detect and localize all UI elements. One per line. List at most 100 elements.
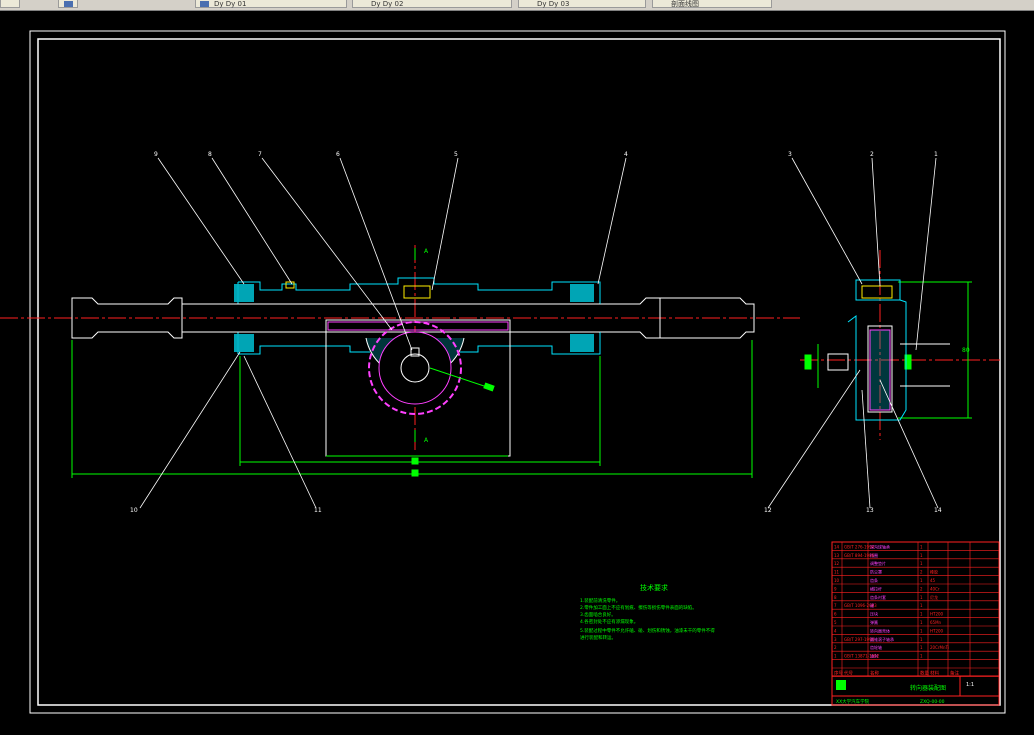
parts-list-cell: 1	[920, 544, 923, 549]
balloon-9: 9	[154, 151, 158, 158]
layer-dropdown-label: 剖面线图	[671, 0, 699, 8]
parts-list-cell: 11	[834, 570, 840, 575]
toolbar: Dy Dy 01 Dy Dy 02 Dy Dy 03 剖面线图	[0, 0, 1034, 11]
tech-req-line: 进行装配和转运。	[580, 634, 616, 641]
parts-list-cell: 挡圈	[870, 552, 878, 558]
parts-list-header-cell: 序号	[834, 669, 843, 676]
parts-list-cell: 65Mn	[930, 620, 942, 625]
layer-dropdown-label: Dy Dy 01	[214, 0, 247, 8]
layer-dropdown-label: Dy Dy 03	[537, 0, 570, 8]
balloon-7: 7	[258, 151, 262, 158]
balloon-4: 4	[624, 151, 628, 158]
balloon-5: 5	[454, 151, 458, 158]
toolbar-icon-button[interactable]	[58, 0, 78, 8]
dimension-text: 80	[962, 347, 970, 354]
tech-req-line: 4.各密封处不应有渗漏现象。	[580, 618, 638, 625]
balloon-12: 12	[764, 507, 772, 514]
parts-list-cell: 1	[920, 553, 923, 558]
parts-list-cell: 齿条衬套	[870, 594, 886, 600]
balloon-3: 3	[788, 151, 792, 158]
parts-list-cell: 圆锥滚子轴承	[870, 636, 894, 642]
parts-list-cell: 8	[834, 595, 837, 600]
tech-req-line: 1.装配前清洗零件。	[580, 597, 620, 604]
balloon-2: 2	[870, 151, 874, 158]
parts-list-cell: 齿轮轴	[870, 644, 882, 650]
parts-list-cell: 弹簧	[870, 619, 878, 625]
parts-list-header-cell: 材料	[930, 669, 939, 676]
parts-list-cell: 6	[834, 612, 837, 617]
parts-list-cell: 7	[834, 603, 837, 608]
parts-list-cell: 调整垫片	[870, 560, 886, 566]
parts-list-cell: 45	[930, 578, 936, 583]
drawing-title: 转向器装配图	[910, 684, 946, 692]
layer-dropdown-label: Dy Dy 02	[371, 0, 404, 8]
dimension-lines	[71, 281, 972, 478]
parts-list-cell: 12	[834, 561, 840, 566]
layer-dropdown-2[interactable]: Dy Dy 02	[352, 0, 512, 8]
drawing-number: ZXQ-00-00	[920, 699, 945, 705]
layer-icon	[200, 1, 209, 7]
parts-list-header-cell: 数量	[920, 669, 929, 676]
balloon-14: 14	[934, 507, 942, 514]
parts-list-cell: 压块	[870, 611, 878, 617]
parts-list-cell: 2	[920, 586, 923, 591]
parts-list-cell: 2	[920, 570, 923, 575]
parts-list-header-cell: 名称	[870, 669, 879, 676]
parts-list-cell: HT200	[930, 612, 944, 617]
parts-list-cell: 20CrMnTi	[930, 645, 949, 650]
parts-list-cell: HT200	[930, 628, 944, 633]
parts-list-cell: 2	[834, 645, 837, 650]
parts-list-cell: 14	[834, 544, 840, 549]
layers-icon	[64, 1, 73, 7]
layer-dropdown-1[interactable]: Dy Dy 01	[195, 0, 347, 8]
leader-lines	[139, 157, 939, 509]
parts-list-cell: 1	[920, 628, 923, 633]
parts-list-cell: 深沟球轴承	[870, 543, 890, 549]
cad-drawing-canvas[interactable]: 80 A A 9 8 7 6 5 4 3 2 1 10 11 12 13 14 …	[0, 11, 1034, 735]
parts-list-cell: 3	[834, 637, 837, 642]
parts-list-cell: 尼龙	[930, 594, 938, 600]
parts-list-cell: 40Cr	[930, 586, 940, 591]
parts-list-cell: 橡胶	[930, 569, 938, 575]
layer-dropdown-3[interactable]: Dy Dy 03	[518, 0, 646, 8]
balloon-1: 1	[934, 151, 938, 158]
parts-list-cell: 1	[920, 612, 923, 617]
balloon-8: 8	[208, 151, 212, 158]
tech-req-lines: 1.装配前清洗零件。 2.零件加工面上不应有划痕、擦伤等损伤零件表面的缺陷。 3…	[580, 597, 715, 641]
school-name: XX大学汽车学院	[836, 698, 870, 705]
parts-list-cell: 防尘罩	[870, 569, 882, 575]
balloon-13: 13	[866, 507, 874, 514]
parts-list-cell: 横拉杆	[870, 585, 882, 591]
parts-list-header-cell: 代号	[844, 669, 853, 676]
toolbar-edge	[0, 0, 20, 8]
parts-list-cell: 油封	[870, 653, 878, 659]
parts-list-cell: 10	[834, 578, 840, 583]
parts-list-cell: 4	[834, 628, 837, 633]
parts-list-cell: 1	[920, 561, 923, 566]
parts-list-cell: 1	[834, 654, 837, 659]
drawing-scale: 1:1	[966, 682, 974, 688]
parts-list-cell: 5	[834, 620, 837, 625]
section-label-top: A	[424, 248, 429, 255]
parts-list-cell: 1	[920, 603, 923, 608]
parts-list-header-cell: 备注	[950, 669, 959, 676]
parts-list-cell: 1	[920, 654, 923, 659]
parts-list-cell: 转向器壳体	[870, 627, 890, 633]
section-label-bottom: A	[424, 437, 429, 444]
title-block	[831, 541, 1000, 706]
tech-req-title: 技术要求	[640, 583, 668, 592]
parts-list-header: 序号 代号 名称 数量 材料 备注	[834, 669, 959, 676]
tech-req-line: 2.零件加工面上不应有划痕、擦伤等损伤零件表面的缺陷。	[580, 604, 697, 611]
tech-req-line: 3.齿面啮合良好。	[580, 611, 616, 618]
pinion-gear	[365, 321, 495, 415]
parts-list-cell: 1	[920, 645, 923, 650]
parts-list-cell: 1	[920, 578, 923, 583]
layer-dropdown-4[interactable]: 剖面线图	[652, 0, 772, 8]
parts-list-cell: 13	[834, 553, 840, 558]
parts-list-cell: 1	[920, 620, 923, 625]
balloon-11: 11	[314, 507, 322, 514]
tech-req-line: 5.装配过程中零件不允许磕、碰、划伤和锈蚀，油漆未干的零件不得	[580, 627, 715, 634]
parts-list-cell: 齿条	[870, 577, 878, 583]
balloon-6: 6	[336, 151, 340, 158]
balloon-10: 10	[130, 507, 138, 514]
